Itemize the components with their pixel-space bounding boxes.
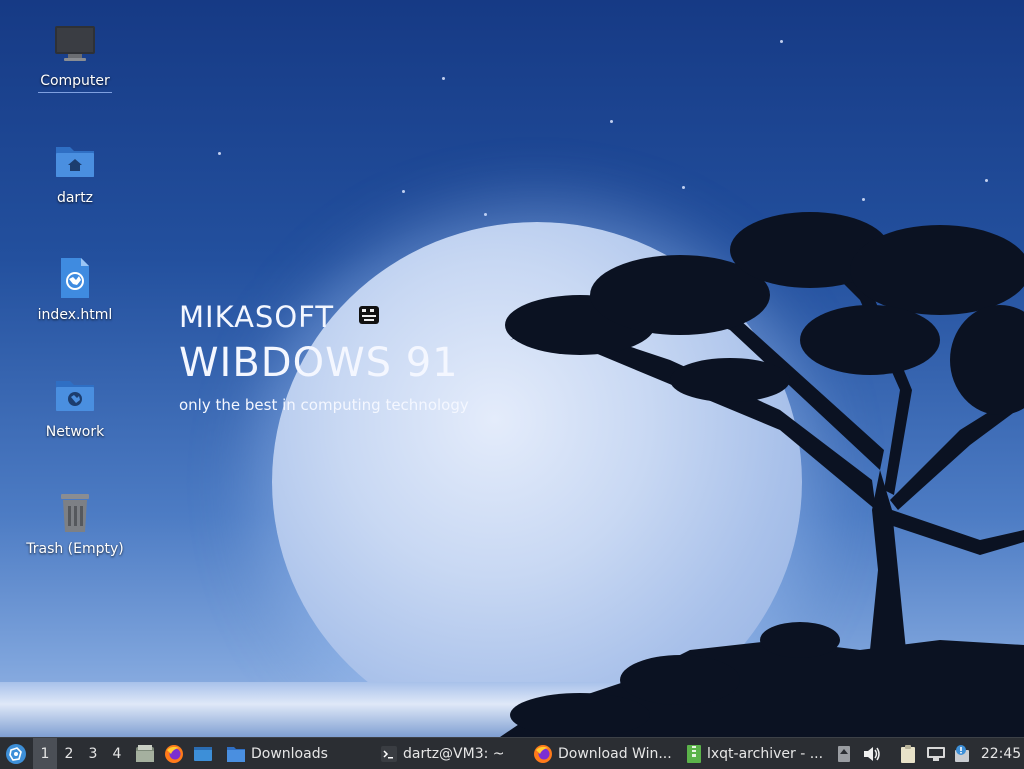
wallpaper-tagline: only the best in computing technology [179, 396, 469, 414]
star [682, 186, 685, 189]
desktop-icon-network[interactable]: Network [25, 373, 125, 441]
tree-silhouette [500, 212, 1024, 737]
task-downloads[interactable]: Downloads [222, 738, 372, 769]
workspace-label: 3 [88, 745, 98, 762]
workspace-3[interactable]: 3 [81, 738, 105, 769]
desktop[interactable]: MIKASOFT WIBDOWS 91 only the best in com… [0, 0, 1024, 737]
workspace-1[interactable]: 1 [33, 738, 57, 769]
firefox-icon [165, 744, 183, 763]
desktop-icon-label: dartz [56, 190, 94, 206]
task-firefox[interactable]: Download Win... [529, 738, 679, 769]
workspace-label: 2 [64, 745, 74, 762]
tray-upload[interactable] [834, 738, 854, 769]
show-desktop-icon [194, 746, 212, 761]
task-archiver[interactable]: lxqt-archiver - ... [682, 738, 832, 769]
star [442, 77, 445, 80]
tray-clipboard[interactable] [898, 738, 918, 769]
computer-icon [53, 22, 97, 66]
archive-icon [687, 744, 701, 763]
wallpaper-brand-main: WIBDOWS 91 [179, 340, 459, 386]
star [218, 152, 221, 155]
terminal-icon [381, 745, 397, 762]
workspace-label: 1 [40, 745, 50, 762]
desktop-icon-label: Network [45, 424, 105, 440]
start-menu-icon [6, 743, 26, 764]
desktop-icon-label: index.html [37, 307, 113, 323]
file-manager-icon [136, 744, 154, 762]
workspace-label: 4 [112, 745, 122, 762]
task-label: Download Win... [558, 745, 672, 762]
tray-volume[interactable] [862, 738, 882, 769]
workspace-4[interactable]: 4 [105, 738, 129, 769]
star [862, 198, 865, 201]
clock-label: 22:45 [980, 745, 1022, 762]
star [402, 190, 405, 193]
folder-icon [227, 746, 245, 762]
task-terminal[interactable]: dartz@VM3: ~ [376, 738, 526, 769]
star [985, 179, 988, 182]
clock[interactable]: 22:45 [978, 738, 1024, 769]
file-manager-launcher[interactable] [134, 738, 156, 769]
show-desktop-button[interactable] [192, 738, 214, 769]
tray-network[interactable] [926, 738, 946, 769]
star [610, 120, 613, 123]
start-menu-button[interactable] [2, 738, 30, 769]
task-label: dartz@VM3: ~ [403, 745, 505, 762]
update-notifier-icon [955, 744, 969, 762]
volume-icon [864, 746, 880, 761]
html-file-icon [53, 256, 97, 300]
desktop-icon-dartz[interactable]: dartz [25, 139, 125, 207]
task-label: lxqt-archiver - ... [707, 745, 824, 762]
network-folder-icon [53, 373, 97, 417]
desktop-icon-label: Computer [38, 72, 112, 93]
network-icon [927, 746, 945, 761]
wallpaper-brand-top: MIKASOFT [179, 300, 335, 334]
desktop-icon-trash[interactable]: Trash (Empty) [25, 490, 125, 558]
clipboard-icon [901, 744, 915, 763]
tray-update-notifier[interactable] [952, 738, 972, 769]
upload-icon [838, 745, 850, 762]
workspace-2[interactable]: 2 [57, 738, 81, 769]
firefox-icon [534, 744, 552, 763]
desktop-icon-label: Trash (Empty) [26, 541, 124, 557]
taskbar: 1 2 3 4 Downloads dartz@VM3: ~ Download … [0, 737, 1024, 769]
task-label: Downloads [251, 745, 328, 762]
firefox-launcher[interactable] [163, 738, 185, 769]
mikasoft-logo-icon [359, 306, 379, 324]
home-folder-icon [53, 139, 97, 183]
desktop-icon-computer[interactable]: Computer [25, 22, 125, 93]
desktop-icon-index-html[interactable]: index.html [25, 256, 125, 324]
trash-icon [53, 490, 97, 534]
star [780, 40, 783, 43]
